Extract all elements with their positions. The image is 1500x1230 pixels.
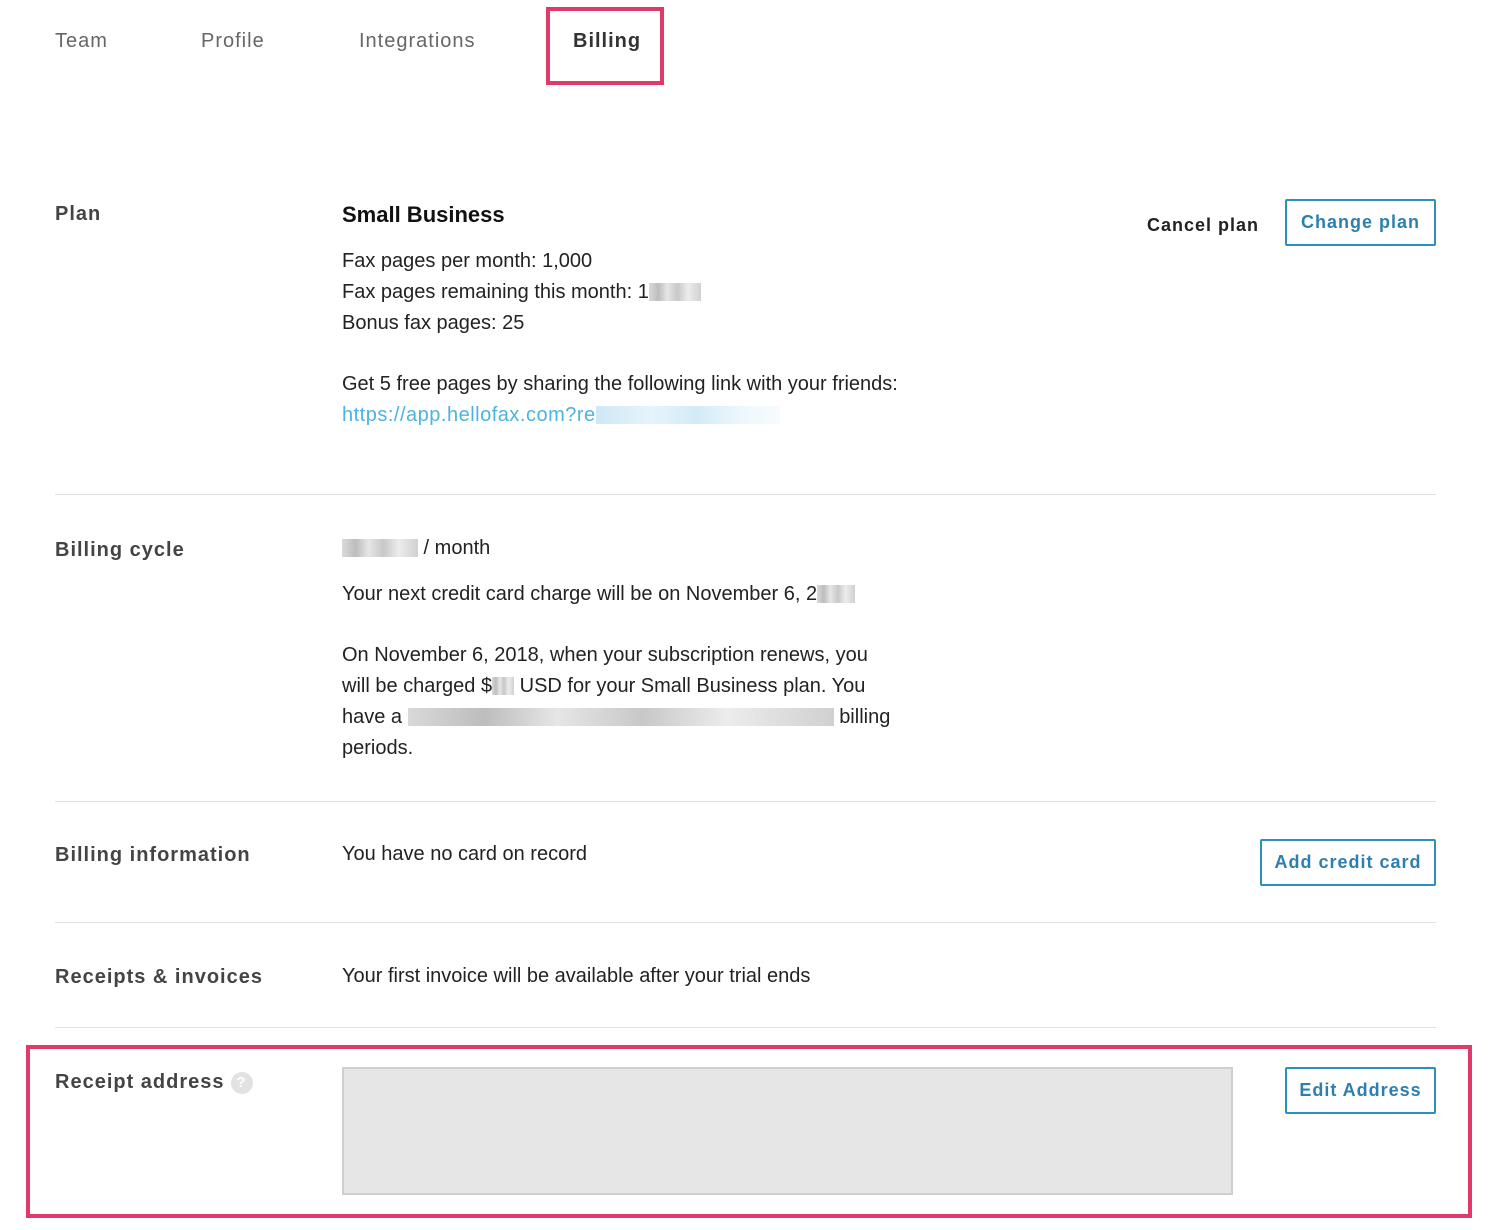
renewal-line-3: have a billing <box>342 706 891 728</box>
redacted-value <box>648 283 701 301</box>
next-charge: Your next credit card charge will be on … <box>342 579 890 610</box>
receipts-text: Your first invoice will be available aft… <box>342 965 811 987</box>
change-plan-button[interactable]: Change plan <box>1285 199 1436 246</box>
price-per-month: / month <box>342 533 890 564</box>
redacted-link <box>595 406 780 424</box>
billing-info-text: You have no card on record <box>342 843 587 865</box>
share-text: Get 5 free pages by sharing the followin… <box>342 373 898 395</box>
receipt-address-highlight <box>26 1045 1472 1218</box>
pages-per-month: Fax pages per month: 1,000 <box>342 250 593 272</box>
billing-info-label: Billing information <box>55 844 251 866</box>
tab-profile[interactable]: Profile <box>201 30 265 53</box>
redacted-amount <box>492 677 515 695</box>
billing-tab-highlight <box>546 7 664 85</box>
plan-details: Small Business Fax pages per month: 1,00… <box>342 202 898 431</box>
redacted-year <box>817 585 856 603</box>
divider <box>55 1027 1436 1028</box>
pages-remaining: Fax pages remaining this month: 1 <box>342 277 898 308</box>
tab-integrations[interactable]: Integrations <box>359 30 476 53</box>
share-link[interactable]: https://app.hellofax.com?re <box>342 400 898 431</box>
settings-tabs: Team Profile Integrations Billing <box>0 0 1500 90</box>
tab-team[interactable]: Team <box>55 30 108 53</box>
plan-name: Small Business <box>342 202 505 227</box>
renewal-line-1: On November 6, 2018, when your subscript… <box>342 644 868 666</box>
divider <box>55 801 1436 802</box>
add-credit-card-button[interactable]: Add credit card <box>1260 839 1436 886</box>
bonus-pages: Bonus fax pages: 25 <box>342 312 525 334</box>
redacted-price <box>342 539 418 557</box>
renewal-line-2: will be charged $ USD for your Small Bus… <box>342 675 866 697</box>
divider <box>55 922 1436 923</box>
billing-cycle-label: Billing cycle <box>55 539 185 561</box>
renewal-line-4: periods. <box>342 737 414 759</box>
receipts-label: Receipts & invoices <box>55 966 263 988</box>
cancel-plan-button[interactable]: Cancel plan <box>1147 215 1259 236</box>
billing-cycle-details: / month Your next credit card charge wil… <box>342 533 890 764</box>
divider <box>55 494 1436 495</box>
redacted-text <box>407 708 834 726</box>
plan-label: Plan <box>55 203 102 225</box>
